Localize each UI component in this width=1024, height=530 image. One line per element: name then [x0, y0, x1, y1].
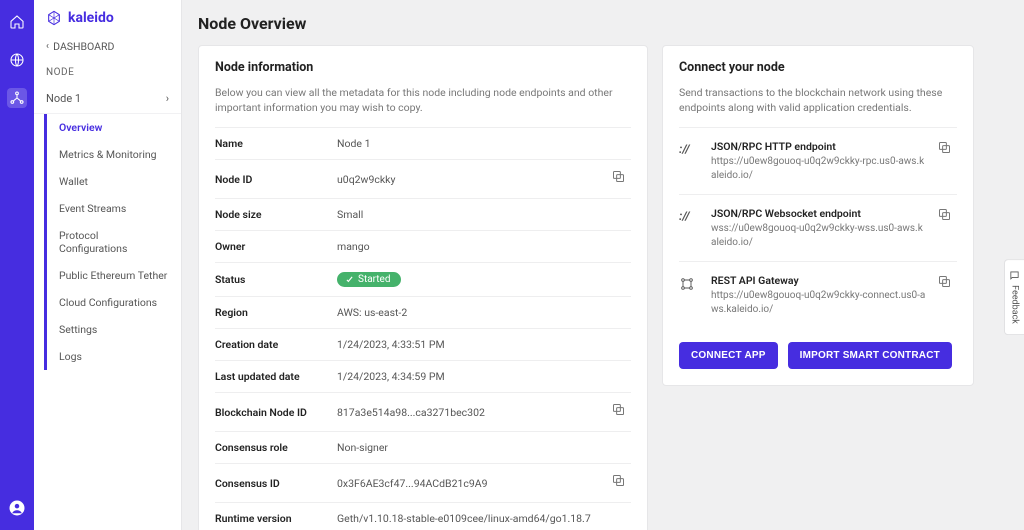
value-node-id: u0q2w9ckky	[337, 173, 395, 186]
protocol-icon: ://	[679, 207, 701, 223]
endpoint-url: wss://u0ew8gouoq-u0q2w9ckky-wss.us0-aws.…	[711, 222, 927, 249]
copy-icon[interactable]	[611, 169, 631, 189]
sidebar-item-protocol-config[interactable]: Protocol Configurations	[47, 222, 181, 262]
label-creation: Creation date	[215, 338, 337, 351]
endpoint-rest: REST API Gateway https://u0ew8gouoq-u0q2…	[679, 261, 957, 328]
app-root: kaleido › DASHBOARD NODE Node 1 › Overvi…	[0, 0, 1024, 530]
value-updated: 1/24/2023, 4:34:59 PM	[337, 370, 445, 383]
breadcrumb-back[interactable]: › DASHBOARD	[34, 34, 181, 59]
globe-icon[interactable]	[7, 50, 27, 70]
row-node-id: Node ID u0q2w9ckky	[215, 159, 631, 198]
label-runtime: Runtime version	[215, 512, 337, 525]
sidebar-item-metrics[interactable]: Metrics & Monitoring	[47, 141, 181, 168]
section-label: NODE	[34, 59, 181, 84]
sidebar-item-event-streams[interactable]: Event Streams	[47, 195, 181, 222]
sidebar-item-cloud-config[interactable]: Cloud Configurations	[47, 289, 181, 316]
protocol-icon: ://	[679, 140, 701, 156]
label-cid: Consensus ID	[215, 477, 337, 490]
label-bnode-id: Blockchain Node ID	[215, 406, 337, 419]
brand-name: kaleido	[68, 10, 114, 26]
page-title: Node Overview	[198, 10, 1008, 45]
value-name: Node 1	[337, 137, 370, 150]
label-crole: Consensus role	[215, 441, 337, 454]
chevron-right-icon: ›	[166, 92, 169, 105]
endpoint-http: :// JSON/RPC HTTP endpoint https://u0ew8…	[679, 127, 957, 194]
value-node-size: Small	[337, 208, 363, 221]
copy-icon[interactable]	[611, 473, 631, 493]
endpoint-url: https://u0ew8gouoq-u0q2w9ckky-rpc.us0-aw…	[711, 155, 927, 182]
endpoint-url: https://u0ew8gouoq-u0q2w9ckky-connect.us…	[711, 289, 927, 316]
value-creation: 1/24/2023, 4:33:51 PM	[337, 338, 445, 351]
brand-logo[interactable]: kaleido	[34, 0, 181, 34]
sidebar-item-wallet[interactable]: Wallet	[47, 168, 181, 195]
label-node-size: Node size	[215, 208, 337, 221]
main-content: Node Overview Node information Below you…	[182, 0, 1024, 530]
copy-icon[interactable]	[937, 140, 957, 160]
node-selector-label: Node 1	[46, 92, 81, 105]
breadcrumb-label: DASHBOARD	[53, 40, 114, 53]
connect-subtitle: Send transactions to the blockchain netw…	[679, 85, 957, 115]
label-name: Name	[215, 137, 337, 150]
connect-buttons: CONNECT APP IMPORT SMART CONTRACT	[679, 342, 957, 369]
endpoint-title: JSON/RPC Websocket endpoint	[711, 207, 927, 220]
sidebar-item-settings[interactable]: Settings	[47, 316, 181, 343]
copy-icon[interactable]	[937, 274, 957, 294]
value-runtime: Geth/v1.10.18-stable-e0109cee/linux-amd6…	[337, 512, 591, 525]
node-info-subtitle: Below you can view all the metadata for …	[215, 85, 631, 115]
row-runtime: Runtime version Geth/v1.10.18-stable-e01…	[215, 502, 631, 530]
label-owner: Owner	[215, 240, 337, 253]
feedback-label: Feedback	[1010, 285, 1020, 324]
endpoint-title: REST API Gateway	[711, 274, 927, 287]
nav-rail	[0, 0, 34, 530]
sidebar-item-eth-tether[interactable]: Public Ethereum Tether	[47, 262, 181, 289]
node-info-card: Node information Below you can view all …	[198, 45, 648, 530]
endpoint-title: JSON/RPC HTTP endpoint	[711, 140, 927, 153]
row-region: Region AWS: us-east-2	[215, 296, 631, 328]
copy-icon[interactable]	[937, 207, 957, 227]
connect-app-button[interactable]: CONNECT APP	[679, 342, 778, 369]
copy-icon[interactable]	[611, 402, 631, 422]
sidebar-item-logs[interactable]: Logs	[47, 343, 181, 370]
connect-title: Connect your node	[679, 60, 957, 75]
connect-card: Connect your node Send transactions to t…	[662, 45, 974, 386]
sidebar: kaleido › DASHBOARD NODE Node 1 › Overvi…	[34, 0, 182, 530]
endpoint-wss: :// JSON/RPC Websocket endpoint wss://u0…	[679, 194, 957, 261]
feedback-tab[interactable]: Feedback	[1004, 259, 1024, 335]
status-text: Started	[358, 274, 391, 285]
panels: Node information Below you can view all …	[198, 45, 1008, 530]
import-contract-button[interactable]: IMPORT SMART CONTRACT	[788, 342, 952, 369]
label-updated: Last updated date	[215, 370, 337, 383]
row-node-size: Node size Small	[215, 198, 631, 230]
sidebar-subnav: Overview Metrics & Monitoring Wallet Eve…	[44, 114, 181, 370]
chevron-left-icon: ›	[46, 40, 49, 53]
api-icon	[679, 274, 701, 295]
network-icon[interactable]	[7, 88, 27, 108]
status-badge: Started	[337, 272, 401, 287]
row-blockchain-node-id: Blockchain Node ID 817a3e514a98...ca3271…	[215, 392, 631, 431]
row-creation: Creation date 1/24/2023, 4:33:51 PM	[215, 328, 631, 360]
row-name: Name Node 1	[215, 127, 631, 159]
label-node-id: Node ID	[215, 173, 337, 186]
row-owner: Owner mango	[215, 230, 631, 262]
label-region: Region	[215, 306, 337, 319]
sidebar-item-overview[interactable]: Overview	[47, 114, 181, 141]
row-status: Status Started	[215, 262, 631, 296]
value-bnode-id: 817a3e514a98...ca3271bec302	[337, 406, 485, 419]
value-region: AWS: us-east-2	[337, 306, 407, 319]
node-selector[interactable]: Node 1 ›	[34, 84, 181, 114]
value-owner: mango	[337, 240, 370, 253]
row-updated: Last updated date 1/24/2023, 4:34:59 PM	[215, 360, 631, 392]
row-consensus-id: Consensus ID 0x3F6AE3cf47...94ACdB21c9A9	[215, 463, 631, 502]
value-cid: 0x3F6AE3cf47...94ACdB21c9A9	[337, 477, 488, 490]
home-icon[interactable]	[7, 12, 27, 32]
row-consensus-role: Consensus role Non-signer	[215, 431, 631, 463]
value-crole: Non-signer	[337, 441, 388, 454]
label-status: Status	[215, 273, 337, 286]
node-info-title: Node information	[215, 60, 631, 75]
user-avatar-icon[interactable]	[7, 498, 27, 518]
